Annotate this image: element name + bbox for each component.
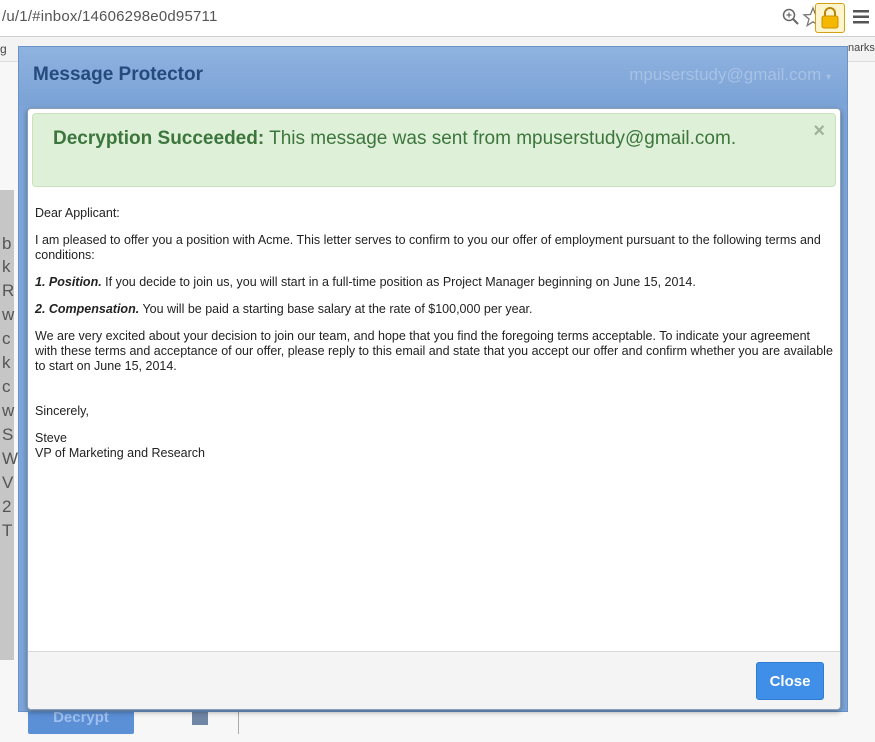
item-label: 1. Position. bbox=[35, 275, 102, 289]
alert-message: This message was sent from mpuserstudy@g… bbox=[269, 128, 737, 149]
account-email: mpuserstudy@gmail.com bbox=[629, 65, 822, 84]
item-text: If you decide to join us, you will start… bbox=[105, 275, 696, 289]
signer-name: Steve bbox=[35, 431, 67, 445]
gutter-letter: V bbox=[2, 473, 14, 492]
background-gutter: b k R w c k c w S W V 2 T bbox=[0, 190, 18, 660]
gutter-letter: b bbox=[2, 234, 12, 253]
letter-item-compensation: 2. Compensation. You will be paid a star… bbox=[35, 302, 833, 317]
gutter-letter: w bbox=[2, 401, 15, 420]
gutter-letter: c bbox=[2, 377, 11, 396]
bookmarks-left-text[interactable]: g bbox=[0, 42, 7, 56]
gutter-letter: k bbox=[2, 257, 11, 276]
decryption-dialog: Decryption Succeeded: This message was s… bbox=[27, 108, 841, 710]
overlay-header: Message Protector mpuserstudy@gmail.com … bbox=[19, 47, 847, 105]
extension-lock-button[interactable] bbox=[815, 3, 845, 33]
dialog-footer: Close bbox=[28, 651, 840, 709]
chevron-down-icon: ▾ bbox=[825, 72, 831, 83]
alert-title: Decryption Succeeded: bbox=[53, 128, 265, 149]
alert-text: Decryption Succeeded: This message was s… bbox=[53, 128, 793, 150]
address-bar[interactable]: /u/1/#inbox/14606298e0d95711 bbox=[0, 0, 875, 37]
item-text: You will be paid a starting base salary … bbox=[142, 302, 533, 316]
letter-intro: I am pleased to offer you a position wit… bbox=[35, 233, 821, 262]
gutter-letter: c bbox=[2, 329, 11, 348]
letter-greeting: Dear Applicant: bbox=[35, 206, 120, 220]
success-alert: Decryption Succeeded: This message was s… bbox=[32, 113, 836, 187]
gutter-letter: W bbox=[2, 449, 19, 468]
letter-signoff: Sincerely, bbox=[35, 404, 89, 418]
close-icon[interactable]: × bbox=[813, 120, 825, 143]
browser-menu-icon[interactable] bbox=[852, 9, 870, 25]
lock-icon bbox=[821, 7, 839, 29]
app-title: Message Protector bbox=[33, 64, 204, 85]
close-button[interactable]: Close bbox=[756, 662, 824, 700]
account-dropdown[interactable]: mpuserstudy@gmail.com ▾ bbox=[629, 65, 831, 85]
item-label: 2. Compensation. bbox=[35, 302, 140, 316]
letter-closing-paragraph: We are very excited about your decision … bbox=[35, 329, 833, 373]
gutter-letter: k bbox=[2, 353, 11, 372]
url-text[interactable]: /u/1/#inbox/14606298e0d95711 bbox=[2, 8, 218, 25]
letter-item-position: 1. Position. If you decide to join us, y… bbox=[35, 275, 833, 290]
message-body: Dear Applicant: I am pleased to offer yo… bbox=[35, 206, 833, 473]
gutter-letter: w bbox=[2, 305, 15, 324]
signer-title: VP of Marketing and Research bbox=[35, 446, 206, 460]
gutter-letter: R bbox=[2, 281, 15, 300]
gutter-letter: 2 bbox=[2, 497, 12, 516]
zoom-icon[interactable] bbox=[781, 6, 801, 28]
gutter-letter: T bbox=[2, 521, 13, 540]
gutter-letter: S bbox=[2, 425, 14, 444]
bookmarks-right-text[interactable]: narks bbox=[848, 42, 875, 54]
